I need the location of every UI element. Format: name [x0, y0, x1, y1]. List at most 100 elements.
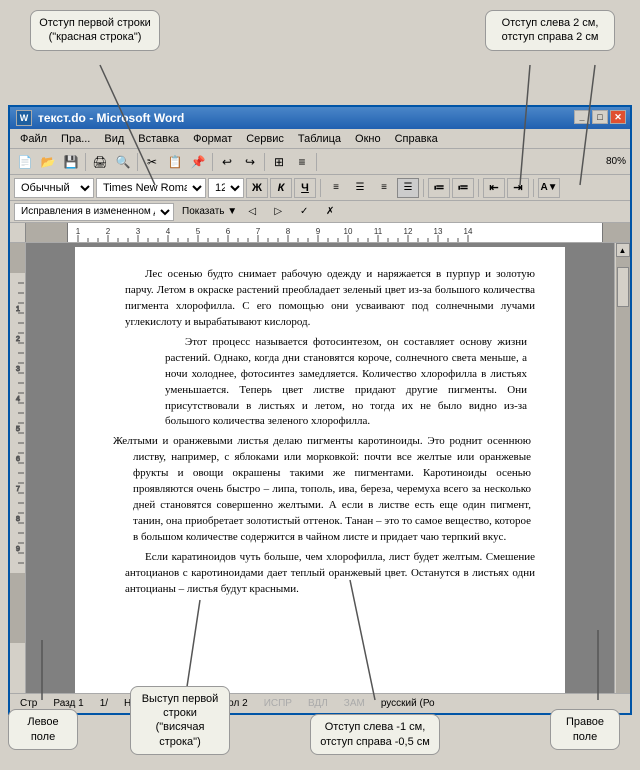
svg-text:3: 3	[136, 227, 141, 236]
svg-text:4: 4	[166, 227, 171, 236]
annotation-bottom-indent: Отступ слева -1 см, отступ справа -0,5 с…	[310, 714, 440, 755]
annotation-bottom-right-margin: Правое поле	[550, 709, 620, 750]
menu-file[interactable]: Файл	[14, 132, 53, 146]
menu-table[interactable]: Таблица	[292, 132, 347, 146]
sep-format	[320, 179, 321, 197]
indent-button[interactable]: ⇥	[507, 178, 529, 198]
align-left-button[interactable]: ≡	[325, 178, 347, 198]
ruler-left-gray	[26, 223, 68, 242]
align-right-button[interactable]: ≡	[373, 178, 395, 198]
vertical-ruler: 1 2 3 4 5	[10, 243, 26, 709]
document-page: Лес осенью будто снимает рабочую одежду …	[75, 247, 565, 705]
svg-text:7: 7	[16, 486, 20, 493]
save-button[interactable]: 💾	[60, 151, 82, 173]
maximize-button[interactable]: □	[592, 110, 608, 124]
vertical-scrollbar: ▲ ▼	[614, 243, 630, 709]
columns-button[interactable]: ≡	[291, 151, 313, 173]
font-select[interactable]: Times New Roman	[96, 178, 206, 198]
svg-text:2: 2	[106, 227, 111, 236]
reject-button[interactable]: ✗	[319, 201, 341, 223]
menu-help[interactable]: Справка	[389, 132, 444, 146]
svg-text:5: 5	[196, 227, 201, 236]
separator3	[212, 153, 213, 171]
status-rec: ИСПР	[260, 698, 296, 709]
menu-edit[interactable]: Пра...	[55, 132, 96, 146]
separator2	[137, 153, 138, 171]
italic-button[interactable]: К	[270, 178, 292, 198]
next-change-button[interactable]: ▷	[267, 201, 289, 223]
svg-text:9: 9	[16, 546, 20, 553]
svg-text:11: 11	[374, 227, 383, 236]
style-select[interactable]: Обычный	[14, 178, 94, 198]
preview-button[interactable]: 🔍	[112, 151, 134, 173]
print-button[interactable]: 🖨	[89, 151, 111, 173]
svg-text:6: 6	[16, 456, 20, 463]
svg-text:8: 8	[16, 516, 20, 523]
tracking-select[interactable]: Исправления в измененном документе	[14, 203, 174, 221]
ruler-main: 1 2 3 4 5 6 7 8 9 10 11 12 13 14	[68, 223, 602, 242]
close-button[interactable]: ✕	[610, 110, 626, 124]
svg-text:2: 2	[16, 336, 20, 343]
svg-text:1: 1	[16, 306, 20, 313]
outdent-button[interactable]: ⇤	[483, 178, 505, 198]
svg-text:3: 3	[16, 366, 20, 373]
zoom-level: 80%	[606, 156, 626, 167]
status-section: Разд 1	[49, 698, 87, 709]
menu-tools[interactable]: Сервис	[240, 132, 290, 146]
svg-text:9: 9	[316, 227, 321, 236]
menu-insert[interactable]: Вставка	[132, 132, 185, 146]
page-area: Лес осенью будто снимает рабочую одежду …	[26, 243, 614, 709]
font-color-button[interactable]: A▼	[538, 178, 560, 198]
show-label: Показать ▼	[182, 206, 237, 217]
scrollbar-track[interactable]	[616, 257, 630, 695]
svg-text:12: 12	[404, 227, 413, 236]
document-text: Лес осенью будто снимает рабочую одежду …	[125, 267, 535, 598]
scrollbar-thumb[interactable]	[617, 267, 629, 307]
cut-button[interactable]: ✂	[141, 151, 163, 173]
svg-text:5: 5	[16, 426, 20, 433]
menu-window[interactable]: Окно	[349, 132, 387, 146]
prev-change-button[interactable]: ◁	[241, 201, 263, 223]
horizontal-ruler: 1 2 3 4 5 6 7 8 9 10 11 12 13 14	[10, 223, 630, 243]
minimize-button[interactable]: _	[574, 110, 590, 124]
align-justify-button[interactable]: ☰	[397, 178, 419, 198]
numlist-button[interactable]: ≔	[452, 178, 474, 198]
new-button[interactable]: 📄	[14, 151, 36, 173]
ruler-corner	[10, 223, 26, 242]
menu-format[interactable]: Формат	[187, 132, 238, 146]
svg-text:14: 14	[464, 227, 473, 236]
svg-text:10: 10	[344, 227, 353, 236]
bold-button[interactable]: Ж	[246, 178, 268, 198]
annotation-bottom-hanging: Выступ первой строки ("висячая строка")	[130, 686, 230, 755]
status-page: Стр	[16, 698, 41, 709]
annotation-top-left: Отступ первой строки ("красная строка")	[30, 10, 160, 51]
copy-button[interactable]: 📋	[164, 151, 186, 173]
paragraph-4: Если каратиноидов чуть больше, чем хлоро…	[125, 550, 535, 598]
paragraph-1: Лес осенью будто снимает рабочую одежду …	[125, 267, 535, 331]
statusbar: Стр Разд 1 1/ На 8,1см Ст 11 Кол 2 ИСПР …	[10, 693, 630, 713]
underline-button[interactable]: Ч	[294, 178, 316, 198]
svg-text:4: 4	[16, 396, 20, 403]
align-center-button[interactable]: ☰	[349, 178, 371, 198]
size-select[interactable]: 12	[208, 178, 244, 198]
sep-list	[478, 179, 479, 197]
tracking-toolbar: Исправления в измененном документе Показ…	[10, 201, 630, 223]
sep-indent	[533, 179, 534, 197]
svg-text:1: 1	[76, 227, 81, 236]
svg-text:7: 7	[256, 227, 261, 236]
annotation-bottom-left-margin: Левое поле	[8, 709, 78, 750]
annotation-top-right: Отступ слева 2 см, отступ справа 2 см	[485, 10, 615, 51]
scroll-up-button[interactable]: ▲	[616, 243, 630, 257]
menu-view[interactable]: Вид	[98, 132, 130, 146]
accept-button[interactable]: ✓	[293, 201, 315, 223]
open-button[interactable]: 📂	[37, 151, 59, 173]
separator4	[264, 153, 265, 171]
app-icon: W	[16, 110, 32, 126]
separator5	[316, 153, 317, 171]
paste-button[interactable]: 📌	[187, 151, 209, 173]
separator1	[85, 153, 86, 171]
list-button[interactable]: ≔	[428, 178, 450, 198]
undo-button[interactable]: ↩	[216, 151, 238, 173]
redo-button[interactable]: ↪	[239, 151, 261, 173]
table-button[interactable]: ⊞	[268, 151, 290, 173]
